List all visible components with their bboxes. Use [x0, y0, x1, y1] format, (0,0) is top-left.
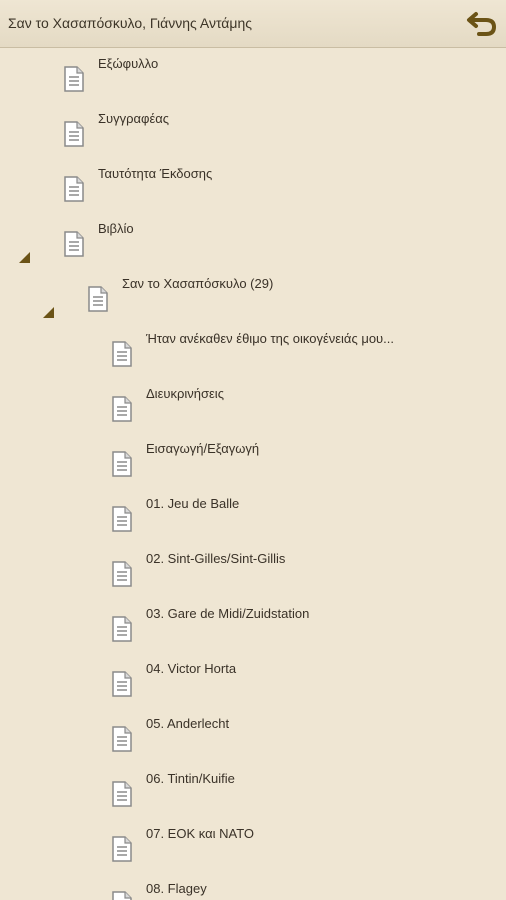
- document-icon: [112, 726, 132, 752]
- toc-item[interactable]: Συγγραφέας: [0, 103, 506, 158]
- toc-item[interactable]: 06. Tintin/Kuifie: [0, 763, 506, 818]
- toc-item-label: 08. Flagey: [146, 881, 207, 896]
- toc-item[interactable]: 07. ΕΟΚ και ΝΑΤΟ: [0, 818, 506, 873]
- toc-item[interactable]: Σαν το Χασαπόσκυλο (29): [0, 268, 506, 323]
- document-icon: [112, 341, 132, 367]
- book-title: Σαν το Χασαπόσκυλο, Γιάννης Αντάμης: [8, 15, 252, 31]
- toc-item-label: 06. Tintin/Kuifie: [146, 771, 235, 786]
- expanded-triangle-icon[interactable]: [18, 251, 32, 265]
- toc-item-label: Εισαγωγή/Εξαγωγή: [146, 441, 260, 456]
- toc-item-label: 02. Sint-Gilles/Sint-Gillis: [146, 551, 286, 566]
- document-icon: [112, 561, 132, 587]
- document-icon: [64, 66, 84, 92]
- toc-item[interactable]: 02. Sint-Gilles/Sint-Gillis: [0, 543, 506, 598]
- document-icon: [112, 616, 132, 642]
- toc-item-label: Εξώφυλλο: [98, 56, 159, 71]
- toc-item-label: Συγγραφέας: [98, 111, 170, 126]
- document-icon: [112, 396, 132, 422]
- toc-item-label: Διευκρινήσεις: [146, 386, 224, 401]
- toc-item-label: Ταυτότητα Έκδοσης: [98, 166, 213, 181]
- document-icon: [112, 451, 132, 477]
- document-icon: [112, 671, 132, 697]
- document-icon: [112, 891, 132, 900]
- toc-item[interactable]: Βιβλίο: [0, 213, 506, 268]
- toc-item[interactable]: Ήταν ανέκαθεν έθιμο της οικογένειάς μου.…: [0, 323, 506, 378]
- toc-item[interactable]: 05. Anderlecht: [0, 708, 506, 763]
- document-icon: [88, 286, 108, 312]
- document-icon: [64, 231, 84, 257]
- toc-item-label: 05. Anderlecht: [146, 716, 230, 731]
- document-icon: [64, 121, 84, 147]
- app-header: Σαν το Χασαπόσκυλο, Γιάννης Αντάμης: [0, 0, 506, 48]
- back-arrow-icon: [467, 12, 497, 36]
- toc-item-label: Σαν το Χασαπόσκυλο (29): [122, 276, 274, 291]
- toc-item[interactable]: 08. Flagey: [0, 873, 506, 900]
- toc-item[interactable]: Ταυτότητα Έκδοσης: [0, 158, 506, 213]
- toc-item[interactable]: 03. Gare de Midi/Zuidstation: [0, 598, 506, 653]
- toc-item[interactable]: Εξώφυλλο: [0, 48, 506, 103]
- toc-item-label: 03. Gare de Midi/Zuidstation: [146, 606, 310, 621]
- table-of-contents: Εξώφυλλο Συγγραφέας Ταυτότητα Έκδοσης Βιβλί…: [0, 48, 506, 900]
- toc-item-label: Βιβλίο: [98, 221, 134, 236]
- toc-item-label: 01. Jeu de Balle: [146, 496, 240, 511]
- toc-item[interactable]: Διευκρινήσεις: [0, 378, 506, 433]
- toc-item[interactable]: 04. Victor Horta: [0, 653, 506, 708]
- document-icon: [112, 506, 132, 532]
- toc-item-label: 07. ΕΟΚ και ΝΑΤΟ: [146, 826, 255, 841]
- toc-item-label: Ήταν ανέκαθεν έθιμο της οικογένειάς μου.…: [146, 331, 394, 346]
- expanded-triangle-icon[interactable]: [42, 306, 56, 320]
- toc-item[interactable]: 01. Jeu de Balle: [0, 488, 506, 543]
- back-button[interactable]: [464, 6, 500, 42]
- document-icon: [112, 836, 132, 862]
- toc-item-label: 04. Victor Horta: [146, 661, 237, 676]
- document-icon: [112, 781, 132, 807]
- document-icon: [64, 176, 84, 202]
- toc-item[interactable]: Εισαγωγή/Εξαγωγή: [0, 433, 506, 488]
